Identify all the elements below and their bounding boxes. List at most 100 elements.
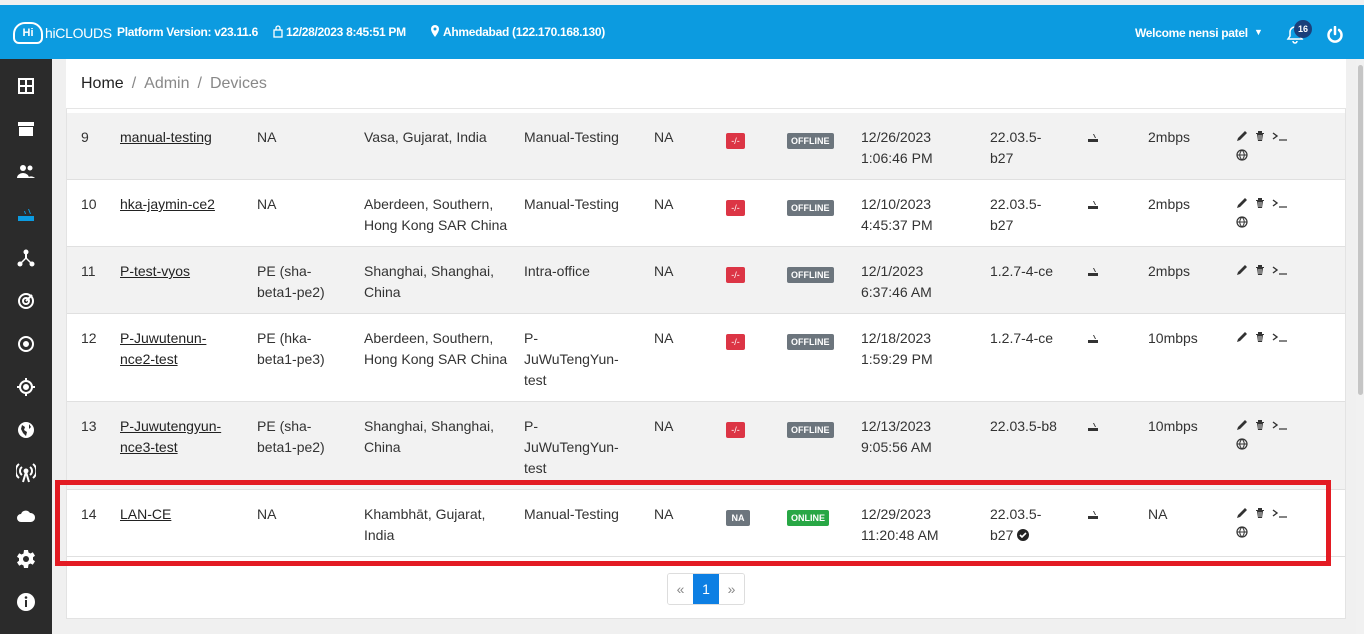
- globe-icon[interactable]: [1236, 149, 1248, 161]
- tag-badge: -/-: [726, 196, 745, 217]
- breadcrumb-admin[interactable]: Admin: [144, 75, 189, 93]
- hiclouds-logo[interactable]: Hi hiCLOUDS: [13, 20, 112, 46]
- trash-icon[interactable]: [1254, 130, 1266, 142]
- bandwidth-value: 10mbps: [1148, 330, 1198, 346]
- pager-next[interactable]: »: [719, 574, 744, 604]
- chevron-down-icon[interactable]: ▼: [1254, 27, 1263, 37]
- sidebar-item-monitoring[interactable]: [0, 281, 52, 321]
- device-type-icon: [1087, 330, 1099, 351]
- device-name-link[interactable]: manual-testing: [120, 127, 250, 148]
- sidebar-item-info[interactable]: [0, 582, 52, 622]
- terminal-icon[interactable]: [1272, 130, 1288, 142]
- bandwidth-value: 10mbps: [1148, 418, 1198, 434]
- version-text: 22.03.5-b27: [990, 196, 1042, 233]
- trash-icon[interactable]: [1254, 264, 1266, 276]
- row-number: 10: [81, 196, 97, 212]
- status-label: OFFLINE: [787, 267, 834, 283]
- device-name-link[interactable]: P-Juwutengyun-nce3-test: [120, 416, 235, 458]
- last-seen-value: 12/1/2023 6:37:46 AM: [861, 263, 932, 300]
- globe-icon[interactable]: [1236, 216, 1248, 228]
- terminal-icon[interactable]: [1272, 264, 1288, 276]
- type-value: Intra-office: [524, 263, 590, 279]
- location-value: Shanghai, Shanghai, China: [364, 418, 494, 455]
- welcome-user[interactable]: Welcome nensi patel: [1135, 26, 1248, 40]
- terminal-icon[interactable]: [1272, 331, 1288, 343]
- trash-icon[interactable]: [1254, 197, 1266, 209]
- pencil-icon[interactable]: [1236, 130, 1248, 142]
- terminal-icon[interactable]: [1272, 419, 1288, 431]
- status-badge: OFFLINE: [787, 330, 834, 351]
- pager-page-1[interactable]: 1: [693, 574, 719, 604]
- location-value: Aberdeen, Southern, Hong Kong SAR China: [364, 196, 508, 233]
- device-type-icon: [1087, 129, 1099, 150]
- device-name-link[interactable]: hka-jaymin-ce2: [120, 194, 250, 215]
- sidebar-item-settings[interactable]: [0, 539, 52, 579]
- row-number: 13: [81, 418, 97, 434]
- tag-badge: -/-: [726, 330, 745, 351]
- sidebar-item-dashboard[interactable]: [0, 66, 52, 106]
- pencil-icon[interactable]: [1236, 264, 1248, 276]
- sidebar-item-globe[interactable]: [0, 410, 52, 450]
- trash-icon[interactable]: [1254, 331, 1266, 343]
- row-actions: [1236, 127, 1296, 167]
- version-value: 22.03.5-b27: [990, 127, 1048, 169]
- version-value: 22.03.5-b8: [990, 416, 1070, 437]
- tag-badge: -/-: [726, 263, 745, 284]
- pager-prev[interactable]: «: [668, 574, 693, 604]
- terminal-icon[interactable]: [1272, 197, 1288, 209]
- bandwidth-value: 2mbps: [1148, 196, 1191, 212]
- table-row: 9 manual-testing NA Vasa, Gujarat, India…: [67, 113, 1345, 180]
- sidebar-item-cloud[interactable]: [0, 496, 52, 536]
- pencil-icon[interactable]: [1236, 197, 1248, 209]
- sidebar-item-target[interactable]: [0, 324, 52, 364]
- version-text: 1.2.7-4-ce: [990, 263, 1054, 279]
- pencil-icon[interactable]: [1236, 419, 1248, 431]
- sidebar-item-locate[interactable]: [0, 367, 52, 407]
- na-value: NA: [654, 196, 674, 212]
- power-icon[interactable]: [1326, 26, 1344, 44]
- platform-version: Platform Version: v23.11.6: [117, 25, 258, 39]
- sidebar-item-users[interactable]: [0, 152, 52, 192]
- tag-label: -/-: [726, 200, 745, 216]
- sidebar-item-store[interactable]: [0, 109, 52, 149]
- router-icon: [1088, 134, 1098, 142]
- last-seen-value: 12/10/2023 4:45:37 PM: [861, 196, 933, 233]
- row-actions: [1236, 261, 1296, 279]
- row-number: 11: [81, 263, 96, 279]
- breadcrumb-home[interactable]: Home: [81, 75, 124, 93]
- row-number: 9: [81, 129, 89, 145]
- version-text: 22.03.5-b27: [990, 129, 1042, 166]
- scrollbar-thumb[interactable]: [1358, 65, 1363, 395]
- pe-value: PE (sha-beta1-pe2): [257, 418, 325, 455]
- row-number: 12: [81, 330, 97, 346]
- status-badge: OFFLINE: [787, 196, 834, 217]
- antenna-icon: [16, 463, 36, 483]
- info-icon: [17, 593, 35, 611]
- circle-target-icon: [18, 336, 34, 352]
- radar-icon: [18, 293, 34, 309]
- breadcrumb-separator: /: [197, 75, 202, 92]
- device-name-link[interactable]: P-test-vyos: [120, 261, 250, 282]
- sidebar-item-devices[interactable]: [0, 195, 52, 235]
- globe-icon[interactable]: [1236, 438, 1248, 450]
- globe-icon: [18, 422, 34, 438]
- version-value: 22.03.5-b27: [990, 194, 1048, 236]
- device-name-link[interactable]: P-Juwutenun-nce2-test: [120, 328, 235, 370]
- type-value: P-JuWuTengYun-test: [524, 330, 619, 388]
- table-row: 11 P-test-vyos PE (sha-beta1-pe2) Shangh…: [67, 247, 1345, 314]
- users-icon: [17, 165, 35, 178]
- row-actions: [1236, 194, 1296, 234]
- breadcrumb-separator: /: [131, 75, 137, 92]
- sidebar-item-wireless[interactable]: [0, 453, 52, 493]
- router-icon: [18, 209, 34, 221]
- na-value: NA: [654, 263, 674, 279]
- pencil-icon[interactable]: [1236, 331, 1248, 343]
- trash-icon[interactable]: [1254, 419, 1266, 431]
- status-badge: OFFLINE: [787, 418, 834, 439]
- status-label: OFFLINE: [787, 422, 834, 438]
- location-value: Shanghai, Shanghai, China: [364, 263, 494, 300]
- router-icon: [1088, 201, 1098, 209]
- sidebar-item-topology[interactable]: [0, 238, 52, 278]
- bandwidth-value: 2mbps: [1148, 129, 1191, 145]
- type-value: P-JuWuTengYun-test: [524, 418, 619, 476]
